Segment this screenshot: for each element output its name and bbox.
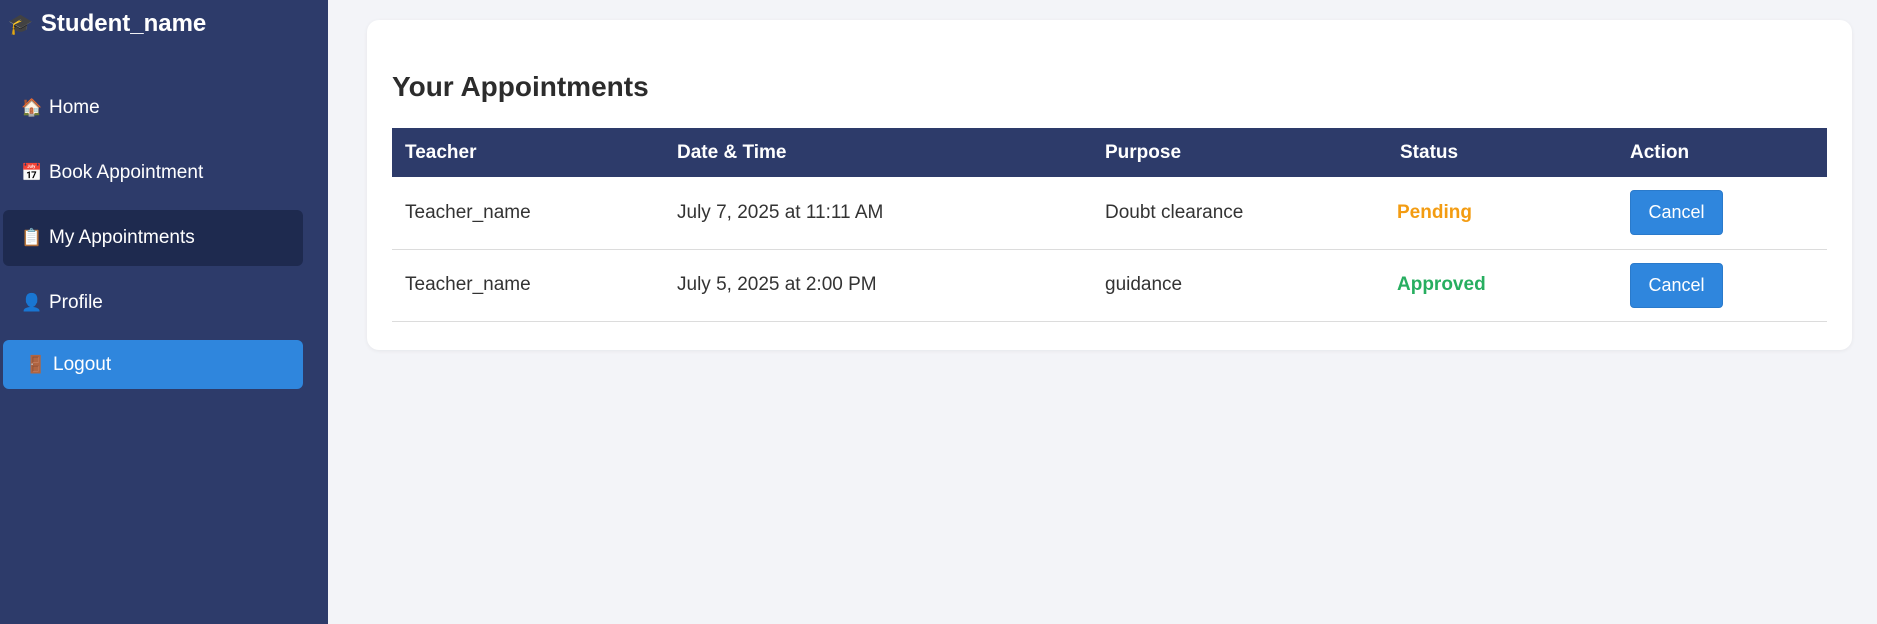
cell-teacher: Teacher_name bbox=[392, 177, 664, 250]
cancel-button[interactable]: Cancel bbox=[1630, 262, 1723, 308]
sidebar-item-my-appointments[interactable]: 📋 My Appointments bbox=[3, 210, 303, 266]
graduation-cap-icon: 🎓 bbox=[8, 13, 33, 36]
column-header-status: Status bbox=[1400, 141, 1459, 163]
app: 🎓 Student_name 🏠 Home 📅 Book Appointment… bbox=[0, 0, 1877, 624]
sidebar-nav: 🏠 Home 📅 Book Appointment 📋 My Appointme… bbox=[3, 80, 303, 398]
brand: 🎓 Student_name bbox=[8, 10, 206, 38]
sidebar-item-label: Book Appointment bbox=[49, 162, 204, 183]
sidebar-item-label: Home bbox=[49, 97, 100, 118]
cell-action: Cancel bbox=[1617, 249, 1827, 322]
status-badge: Pending bbox=[1387, 177, 1617, 250]
main-content: Your Appointments Teacher Date & Time Pu… bbox=[328, 0, 1877, 624]
cell-purpose: guidance bbox=[1092, 249, 1387, 322]
logout-label: Logout bbox=[53, 353, 112, 375]
status-badge: Approved bbox=[1387, 249, 1617, 322]
sidebar-item-label: My Appointments bbox=[49, 227, 195, 248]
column-header-purpose: Purpose bbox=[1105, 141, 1182, 163]
user-icon: 👤 bbox=[21, 293, 43, 312]
page-title: Your Appointments bbox=[392, 71, 649, 102]
logout-button[interactable]: 🚪 Logout bbox=[3, 340, 303, 389]
cell-action: Cancel bbox=[1617, 177, 1827, 250]
appointments-table: Teacher Date & Time Purpose Status Actio… bbox=[392, 128, 1827, 322]
calendar-icon: 📅 bbox=[21, 163, 43, 182]
sidebar-item-label: Profile bbox=[49, 292, 103, 313]
table-row: Teacher_name July 5, 2025 at 2:00 PM gui… bbox=[392, 249, 1827, 322]
column-header-date-time: Date & Time bbox=[677, 141, 787, 163]
sidebar: 🎓 Student_name 🏠 Home 📅 Book Appointment… bbox=[0, 0, 328, 624]
table-header-row: Teacher Date & Time Purpose Status Actio… bbox=[392, 128, 1827, 177]
cell-teacher: Teacher_name bbox=[392, 249, 664, 322]
cell-purpose: Doubt clearance bbox=[1092, 177, 1387, 250]
cell-date-time: July 5, 2025 at 2:00 PM bbox=[664, 249, 1092, 322]
column-header-teacher: Teacher bbox=[405, 141, 477, 163]
clipboard-icon: 📋 bbox=[21, 228, 43, 247]
sidebar-item-profile[interactable]: 👤 Profile bbox=[3, 275, 303, 331]
sidebar-item-home[interactable]: 🏠 Home bbox=[3, 80, 303, 136]
column-header-action: Action bbox=[1630, 141, 1690, 163]
cell-date-time: July 7, 2025 at 11:11 AM bbox=[664, 177, 1092, 250]
student-name: Student_name bbox=[40, 10, 207, 37]
table-row: Teacher_name July 7, 2025 at 11:11 AM Do… bbox=[392, 177, 1827, 250]
sidebar-item-book-appointment[interactable]: 📅 Book Appointment bbox=[3, 145, 303, 201]
cancel-button[interactable]: Cancel bbox=[1630, 190, 1723, 236]
door-icon: 🚪 bbox=[25, 354, 47, 374]
appointments-card: Your Appointments Teacher Date & Time Pu… bbox=[367, 20, 1852, 350]
home-icon: 🏠 bbox=[21, 98, 43, 117]
